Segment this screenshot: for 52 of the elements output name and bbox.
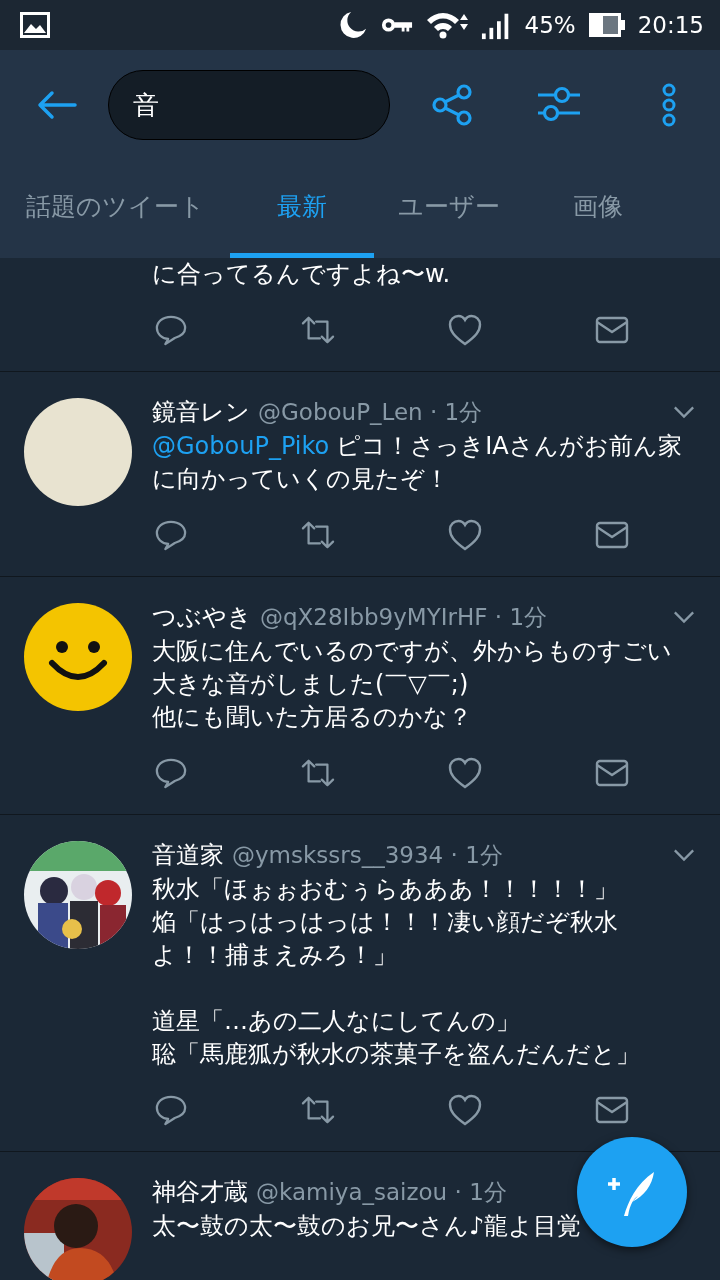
user-name[interactable]: つぶやき bbox=[152, 601, 252, 633]
mail-icon[interactable] bbox=[595, 757, 629, 789]
tweet-text-line: に向かっていくの見たぞ！ bbox=[152, 464, 449, 495]
tab[interactable]: ユーザー bbox=[374, 160, 524, 258]
chevron-down-icon[interactable] bbox=[673, 405, 695, 419]
tweet-text-line: 聡「馬鹿狐が秋水の茶菓子を盗んだんだと」 bbox=[152, 1039, 640, 1070]
tweet-text-line: よ！！捕まえみろ！」 bbox=[152, 940, 397, 971]
user-handle: @qX28Ibb9yMYIrHF · 1分 bbox=[260, 602, 548, 632]
heart-icon[interactable] bbox=[448, 519, 482, 551]
reply-icon[interactable] bbox=[154, 1094, 188, 1126]
reply-icon[interactable] bbox=[154, 314, 188, 346]
tweet-text-line: 大阪に住んでいるのですが、外からものすごい bbox=[152, 636, 672, 667]
heart-icon[interactable] bbox=[448, 314, 482, 346]
reply-icon[interactable] bbox=[154, 519, 188, 551]
retweet-icon[interactable] bbox=[301, 1094, 335, 1126]
tweet-text-line: 秋水「ほぉぉおむぅらあああ！！！！！」 bbox=[152, 874, 618, 905]
tweet-text-line: に合ってるんですよね〜w. bbox=[152, 259, 451, 290]
retweet-icon[interactable] bbox=[301, 314, 335, 346]
battery-percent: 45% bbox=[524, 12, 576, 38]
chevron-down-icon[interactable] bbox=[673, 610, 695, 624]
user-handle: @ymskssrs__3934 · 1分 bbox=[232, 840, 503, 870]
tweet-text-line: 太〜鼓の太〜鼓のお兄〜さん♪龍よ目覚 bbox=[152, 1211, 582, 1242]
gallery-icon bbox=[20, 12, 50, 38]
tweet-text-line: 焔「はっはっはっは！！！凄い顔だぞ秋水 bbox=[152, 907, 618, 938]
user-handle: @kamiya_saizou · 1分 bbox=[256, 1177, 507, 1207]
clock: 20:15 bbox=[637, 12, 704, 38]
mail-icon[interactable] bbox=[595, 519, 629, 551]
battery-icon bbox=[587, 12, 626, 38]
avatar[interactable] bbox=[24, 398, 132, 506]
mention-link[interactable]: @GobouP_Piko bbox=[152, 430, 330, 463]
search-field[interactable]: 音 bbox=[108, 70, 390, 140]
reply-icon[interactable] bbox=[154, 757, 188, 789]
tweet-text-line: 大きな音がしました(￣▽￣;) bbox=[152, 669, 469, 700]
tab[interactable]: 画像 bbox=[524, 160, 672, 258]
heart-icon[interactable] bbox=[448, 757, 482, 789]
mail-icon[interactable] bbox=[595, 1094, 629, 1126]
tab[interactable]: 話題のツイート bbox=[0, 160, 230, 258]
heart-icon[interactable] bbox=[448, 1094, 482, 1126]
user-name[interactable]: 音道家 bbox=[152, 839, 224, 871]
share-button[interactable] bbox=[430, 83, 474, 127]
retweet-icon[interactable] bbox=[301, 757, 335, 789]
user-name[interactable]: 鏡音レン bbox=[152, 396, 250, 428]
mail-icon[interactable] bbox=[595, 314, 629, 346]
tweet-text-line: 道星「…あの二人なにしてんの」 bbox=[152, 1006, 520, 1037]
user-handle: @GobouP_Len · 1分 bbox=[258, 397, 483, 427]
retweet-icon[interactable] bbox=[301, 519, 335, 551]
tab[interactable]: 最新 bbox=[230, 160, 374, 258]
user-name[interactable]: 神谷才蔵 bbox=[152, 1176, 248, 1208]
more-button[interactable] bbox=[662, 83, 676, 127]
tweet-text-line: ピコ！さっきIAさんがお前ん家 bbox=[336, 431, 682, 462]
tweet-text-line: 他にも聞いた方居るのかな？ bbox=[152, 702, 472, 733]
chevron-down-icon[interactable] bbox=[673, 848, 695, 862]
